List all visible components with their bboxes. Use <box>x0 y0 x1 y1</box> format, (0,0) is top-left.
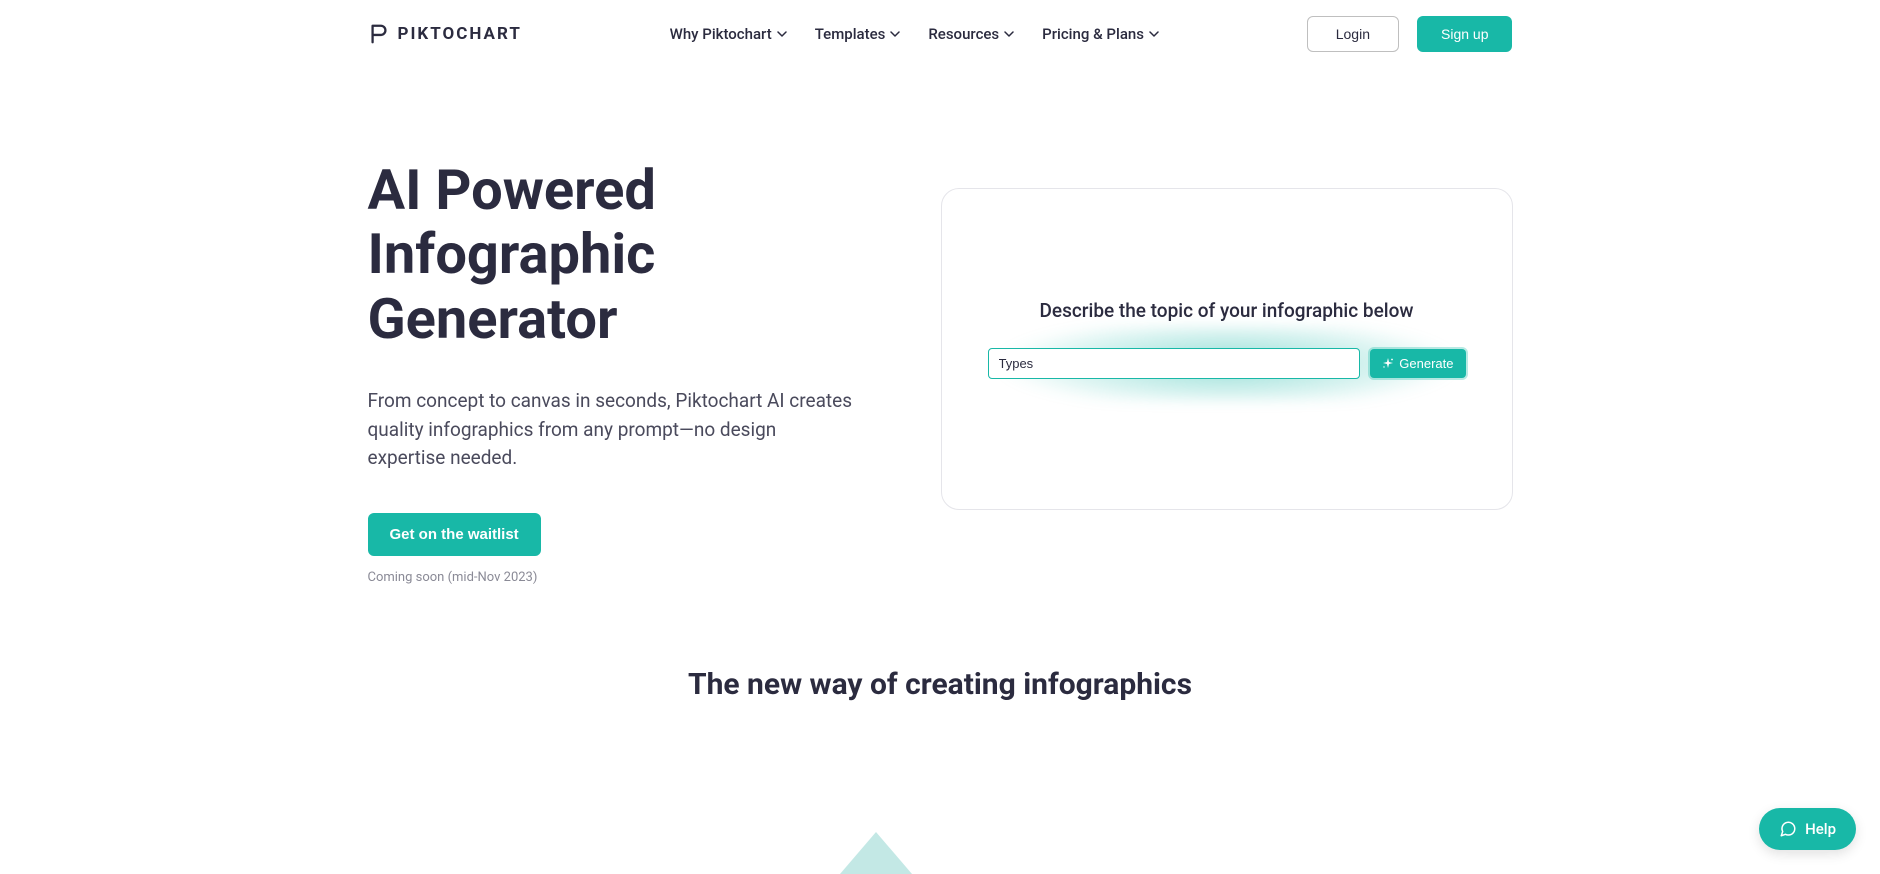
hero-section: AI Powered Infographic Generator From co… <box>368 68 1513 585</box>
hero-title: AI Powered Infographic Generator <box>368 158 888 351</box>
section-heading: The new way of creating infographics <box>368 667 1513 702</box>
logo-icon <box>368 23 390 45</box>
logo[interactable]: PIKTOCHART <box>368 23 522 45</box>
header: PIKTOCHART Why Piktochart Templates Reso… <box>368 0 1513 68</box>
nav-label: Pricing & Plans <box>1042 25 1144 43</box>
input-row: Generate <box>988 348 1466 379</box>
generator-card: Describe the topic of your infographic b… <box>941 188 1513 510</box>
nav-label: Why Piktochart <box>670 25 772 43</box>
nav-pricing[interactable]: Pricing & Plans <box>1042 25 1159 43</box>
chat-icon <box>1779 820 1797 838</box>
hero-description: From concept to canvas in seconds, Pikto… <box>368 387 858 473</box>
chevron-down-icon <box>1149 29 1159 39</box>
hero-left: AI Powered Infographic Generator From co… <box>368 158 888 585</box>
main-nav: Why Piktochart Templates Resources Prici… <box>670 25 1159 43</box>
coming-soon-note: Coming soon (mid-Nov 2023) <box>368 570 888 585</box>
nav-templates[interactable]: Templates <box>815 25 901 43</box>
decorative-triangle <box>840 832 912 874</box>
signup-button[interactable]: Sign up <box>1417 16 1512 52</box>
card-prompt: Describe the topic of your infographic b… <box>1039 299 1413 322</box>
generate-button[interactable]: Generate <box>1370 349 1465 378</box>
logo-text: PIKTOCHART <box>398 24 522 44</box>
help-label: Help <box>1805 820 1836 838</box>
nav-label: Resources <box>928 25 999 43</box>
nav-label: Templates <box>815 25 886 43</box>
chevron-down-icon <box>777 29 787 39</box>
topic-input[interactable] <box>988 348 1361 379</box>
waitlist-button[interactable]: Get on the waitlist <box>368 513 541 556</box>
login-button[interactable]: Login <box>1307 16 1399 52</box>
auth-area: Login Sign up <box>1307 16 1513 52</box>
chevron-down-icon <box>890 29 900 39</box>
help-button[interactable]: Help <box>1759 808 1856 850</box>
nav-why-piktochart[interactable]: Why Piktochart <box>670 25 787 43</box>
generate-label: Generate <box>1399 356 1453 371</box>
nav-resources[interactable]: Resources <box>928 25 1014 43</box>
chevron-down-icon <box>1004 29 1014 39</box>
sparkle-icon <box>1382 358 1394 370</box>
